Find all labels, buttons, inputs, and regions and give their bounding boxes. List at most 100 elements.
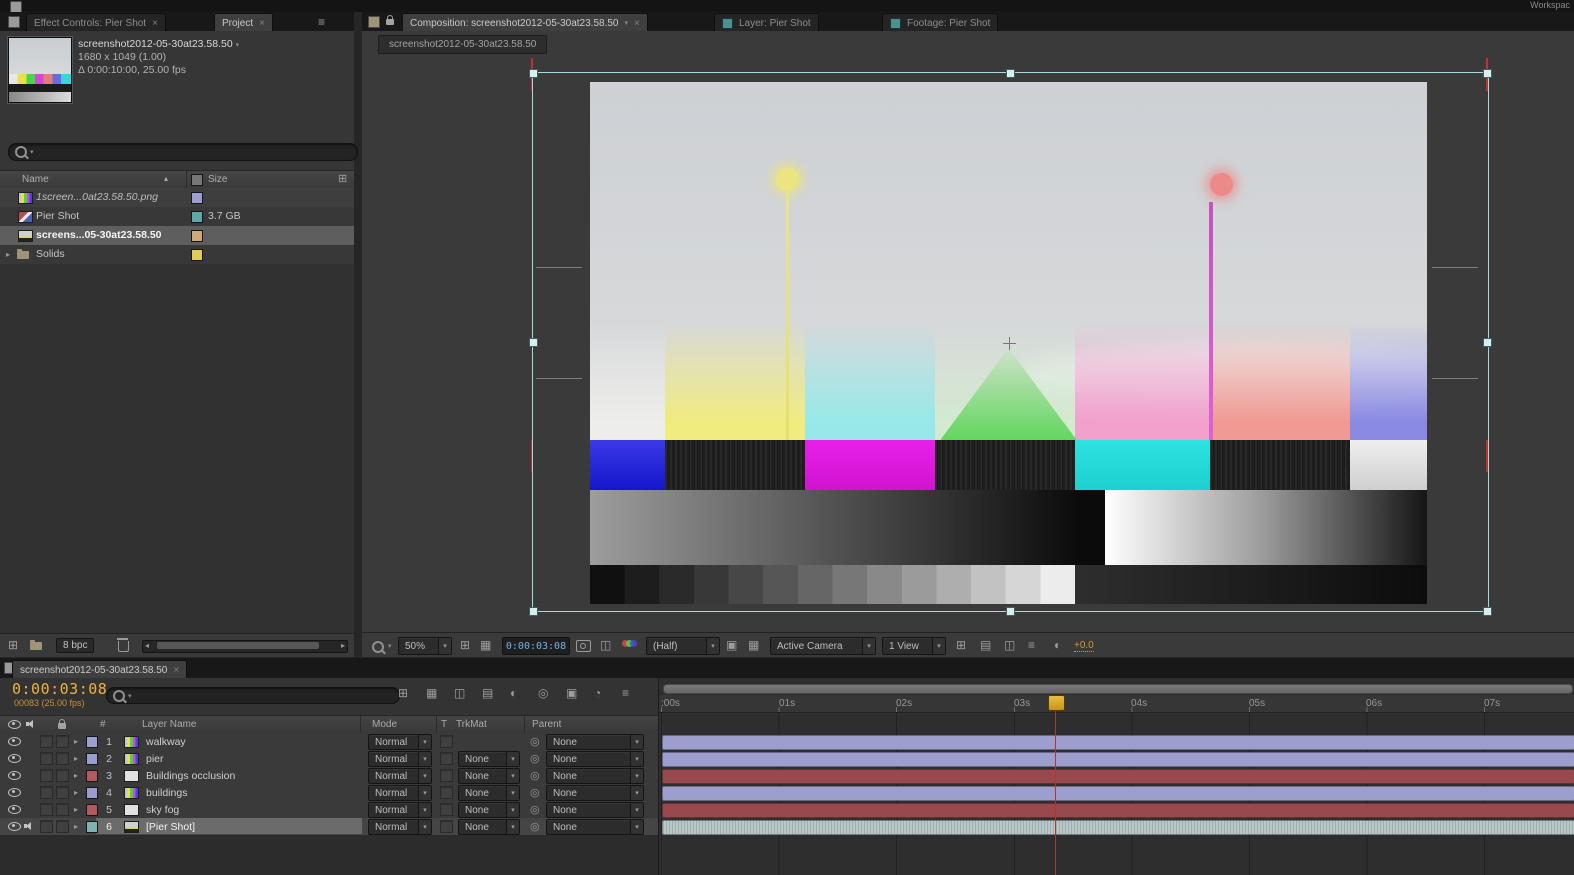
camera-view-dropdown[interactable]: Active Camera ▾ <box>770 637 876 655</box>
parent-pickwhip-icon[interactable]: ◎ <box>530 769 540 782</box>
project-search-input[interactable]: ▾ <box>8 143 358 161</box>
zoom-dropdown[interactable]: 50% ▾ <box>398 637 452 655</box>
show-snapshot-icon[interactable]: ◫ <box>600 639 611 651</box>
parent-pickwhip-icon[interactable]: ◎ <box>530 803 540 816</box>
auto-keyframe-icon[interactable]: ◎ <box>538 687 548 699</box>
scroll-left-icon[interactable]: ◂ <box>145 641 149 650</box>
view-layout-dropdown[interactable]: 1 View ▾ <box>882 637 946 655</box>
solo-box[interactable] <box>40 769 53 782</box>
trkmat-dropdown[interactable]: None ▾ <box>458 802 520 818</box>
tab-project[interactable]: Project × <box>214 13 273 32</box>
column-layer-name[interactable]: Layer Name <box>142 719 196 730</box>
preserve-transparency-box[interactable] <box>440 803 453 816</box>
selection-handle[interactable] <box>1006 607 1015 616</box>
selection-handle[interactable] <box>1483 338 1492 347</box>
layer-row[interactable]: ▸ 1 walkway Normal ▾ ◎ None ▾ <box>0 733 658 751</box>
layer-row[interactable]: ▸ 3 Buildings occlusion Normal ▾ None ▾ … <box>0 767 658 785</box>
close-icon[interactable]: × <box>634 18 640 29</box>
layer-row-selected[interactable]: ▸ 6 [Pier Shot] Normal ▾ None ▾ ◎ None ▾ <box>0 818 658 836</box>
selection-handle[interactable] <box>529 69 538 78</box>
label-color-chip[interactable] <box>86 787 98 799</box>
disclosure-triangle[interactable]: ▸ <box>6 250 10 259</box>
viewer-timecode[interactable]: 0:00:03:08 <box>502 637 570 655</box>
horizontal-scrollbar[interactable]: ◂ ▸ <box>142 640 348 653</box>
layer-duration-bar[interactable] <box>662 803 1574 818</box>
sort-ascending-icon[interactable]: ▴ <box>164 174 168 183</box>
selection-handle[interactable] <box>529 607 538 616</box>
layer-row[interactable]: ▸ 5 sky fog Normal ▾ None ▾ ◎ None ▾ <box>0 801 658 819</box>
layer-anchor-point[interactable] <box>1003 337 1016 350</box>
audio-column-speaker-icon[interactable] <box>26 719 36 729</box>
visibility-eye-icon[interactable] <box>8 788 21 797</box>
label-color-chip[interactable] <box>191 192 203 204</box>
timeline-track-area[interactable]: :00s 01s 02s 03s 04s 05s 06s 07s <box>658 678 1574 875</box>
layer-name[interactable]: Buildings occlusion <box>146 770 235 782</box>
composition-name-tab[interactable]: screenshot2012-05-30at23.58.50 <box>378 35 548 54</box>
layer-duration-bar[interactable] <box>662 769 1574 784</box>
preserve-transparency-box[interactable] <box>440 735 453 748</box>
project-row[interactable]: Pier Shot 3.7 GB <box>0 207 354 226</box>
tab-layer[interactable]: Layer: Pier Shot <box>714 13 819 32</box>
chevron-down-icon[interactable]: ▾ <box>388 642 392 650</box>
chevron-down-icon[interactable]: ▾ <box>30 148 34 156</box>
visibility-eye-icon[interactable] <box>8 805 21 814</box>
new-folder-icon[interactable] <box>30 640 42 650</box>
rows-icon[interactable]: ▤ <box>980 639 991 651</box>
project-row[interactable]: ▸ Solids <box>0 245 354 264</box>
lock-box[interactable] <box>56 803 69 816</box>
label-color-chip[interactable] <box>86 804 98 816</box>
parent-dropdown[interactable]: None ▾ <box>546 819 644 835</box>
grid-options-icon[interactable]: ⊞ <box>956 639 966 651</box>
preserve-transparency-box[interactable] <box>440 752 453 765</box>
layer-name[interactable]: [Pier Shot] <box>146 821 195 833</box>
parent-pickwhip-icon[interactable]: ◎ <box>530 786 540 799</box>
label-color-chip[interactable] <box>191 249 203 261</box>
tab-footage[interactable]: Footage: Pier Shot <box>882 13 999 32</box>
lock-box[interactable] <box>56 820 69 833</box>
column-name[interactable]: Name <box>22 174 49 185</box>
parent-pickwhip-icon[interactable]: ◎ <box>530 820 540 833</box>
checkerboard-icon[interactable]: ▦ <box>748 639 759 651</box>
label-color-chip[interactable] <box>86 736 98 748</box>
lock-box[interactable] <box>56 752 69 765</box>
label-color-chip[interactable] <box>86 753 98 765</box>
blend-mode-dropdown[interactable]: Normal ▾ <box>368 734 432 750</box>
layer-row[interactable]: ▸ 2 pier Normal ▾ None ▾ ◎ None ▾ <box>0 750 658 768</box>
tab-timeline-composition[interactable]: screenshot2012-05-30at23.58.50 × <box>12 660 188 679</box>
parent-dropdown[interactable]: None ▾ <box>546 768 644 784</box>
close-icon[interactable]: × <box>173 665 179 676</box>
chevron-down-icon[interactable]: ▾ <box>128 692 132 700</box>
playhead-handle[interactable] <box>1048 695 1065 711</box>
parent-dropdown[interactable]: None ▾ <box>546 802 644 818</box>
disclosure-triangle[interactable]: ▸ <box>74 737 78 746</box>
label-color-chip[interactable] <box>191 230 203 242</box>
interpret-footage-icon[interactable]: ⊞ <box>8 639 18 651</box>
selection-handle[interactable] <box>1006 69 1015 78</box>
solo-box[interactable] <box>40 803 53 816</box>
column-number[interactable]: # <box>100 719 106 730</box>
parent-pickwhip-icon[interactable]: ◎ <box>530 752 540 765</box>
column-parent[interactable]: Parent <box>532 719 561 730</box>
resolution-dropdown[interactable]: (Half) ▾ <box>646 637 720 655</box>
layer-name[interactable]: walkway <box>146 736 186 748</box>
disclosure-triangle[interactable]: ▸ <box>74 788 78 797</box>
preserve-transparency-box[interactable] <box>440 769 453 782</box>
workspace-label[interactable]: Workspac <box>1530 0 1570 10</box>
region-of-interest-icon[interactable]: ▣ <box>726 639 737 651</box>
close-icon[interactable]: × <box>152 18 158 29</box>
column-t[interactable]: T <box>441 719 447 730</box>
blend-mode-dropdown[interactable]: Normal ▾ <box>368 802 432 818</box>
visibility-eye-icon[interactable] <box>8 771 21 780</box>
layer-duration-bar[interactable] <box>662 820 1574 835</box>
layer-row[interactable]: ▸ 4 buildings Normal ▾ None ▾ ◎ None ▾ <box>0 784 658 802</box>
lock-box[interactable] <box>56 786 69 799</box>
parent-dropdown[interactable]: None ▾ <box>546 785 644 801</box>
solo-box[interactable] <box>40 752 53 765</box>
label-column-icon[interactable] <box>191 174 203 186</box>
safe-margins-icon[interactable]: ⊞ <box>460 639 470 651</box>
blend-mode-dropdown[interactable]: Normal ▾ <box>368 751 432 767</box>
solo-box[interactable] <box>40 820 53 833</box>
trkmat-dropdown[interactable]: None ▾ <box>458 768 520 784</box>
snapshot-camera-icon[interactable] <box>576 640 591 652</box>
lock-icon[interactable] <box>386 15 394 25</box>
